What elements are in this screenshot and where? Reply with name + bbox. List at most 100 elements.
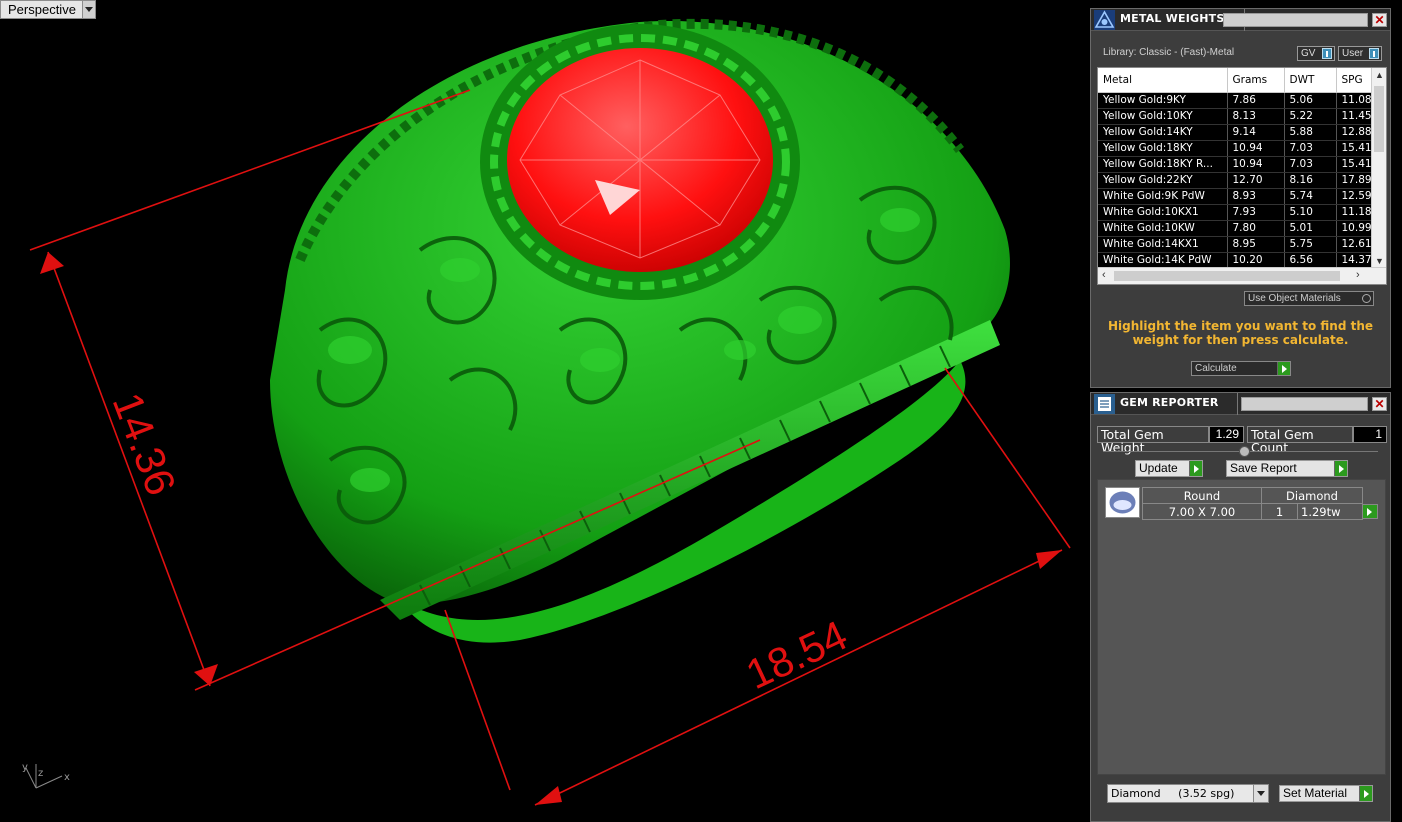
gem-shape-cell: Round [1142,487,1262,504]
metal-weights-titlebar[interactable]: METAL WEIGHTS ✕ [1091,9,1390,31]
dwt-cell: 5.22 [1284,108,1337,125]
total-gem-weight-label: Total Gem Weight [1097,426,1209,454]
titlebar-fill [1241,397,1368,411]
gem-stone [507,48,773,272]
material-select-value: Diamond (3.52 spg) [1111,787,1235,800]
grams-cell: 10.94 [1227,140,1285,157]
set-material-button[interactable]: Set Material [1279,785,1373,802]
calculate-instructions: Highlight the item you want to find the … [1107,319,1374,347]
dimension-width-label: 18.54 [739,611,854,698]
scroll-down-icon[interactable]: ▼ [1375,256,1384,266]
user-toggle-label: User [1342,48,1364,59]
dwt-cell: 7.03 [1284,140,1337,157]
column-header-metal[interactable]: Metal [1098,68,1228,93]
viewport-name: Perspective [8,2,76,17]
viewport-label[interactable]: Perspective [0,0,96,19]
metal-cell: White Gold:14K PdW [1098,252,1228,269]
gem-table: Round Diamond 7.00 X 7.00 1 1.29tw [1142,487,1378,520]
metal-cell: White Gold:10KW [1098,220,1228,237]
metal-cell: Yellow Gold:14KY [1098,124,1228,141]
splitter-handle-icon[interactable] [1239,446,1250,457]
grams-cell: 10.20 [1227,252,1285,269]
metal-cell: Yellow Gold:18KY R... [1098,156,1228,173]
metal-table-container[interactable]: Metal Grams DWT SPG Yellow Gold:9KY 7.86 5… [1097,67,1387,285]
chevron-down-icon[interactable] [1253,785,1268,802]
table-row[interactable]: Yellow Gold:18KY 10.94 7.03 15.41 [1098,140,1385,157]
metal-cell: Yellow Gold:10KY [1098,108,1228,125]
table-row[interactable]: Yellow Gold:10KY 8.13 5.22 11.45 [1098,108,1385,125]
table-row[interactable]: Yellow Gold:22KY 12.70 8.16 17.89 [1098,172,1385,189]
grams-cell: 10.94 [1227,156,1285,173]
calculate-label: Calculate [1195,363,1237,374]
column-header-grams[interactable]: Grams [1227,68,1285,93]
calculate-button[interactable]: Calculate [1191,361,1291,376]
save-report-button[interactable]: Save Report [1226,460,1348,477]
table-row[interactable]: Yellow Gold:18KY R... 10.94 7.03 15.41 [1098,156,1385,173]
grams-cell: 12.70 [1227,172,1285,189]
table-row[interactable]: White Gold:9K PdW 8.93 5.74 12.59 [1098,188,1385,205]
axis-y-label: y [22,762,28,773]
metal-cell: Yellow Gold:22KY [1098,172,1228,189]
total-gem-weight-value: 1.29 [1209,426,1244,443]
gv-toggle[interactable]: GV [1297,46,1335,61]
horizontal-scrollbar[interactable]: ‹ › [1098,267,1386,284]
gem-reporter-titlebar[interactable]: GEM REPORTER ✕ [1091,393,1390,415]
save-report-label: Save Report [1230,461,1297,475]
table-row[interactable]: White Gold:10KX1 7.93 5.10 11.18 [1098,204,1385,221]
gem-type-cell: Diamond [1261,487,1363,504]
metal-cell: Yellow Gold:18KY [1098,140,1228,157]
table-row[interactable]: White Gold:14K PdW 10.20 6.56 14.37 [1098,252,1385,269]
use-object-materials-button[interactable]: Use Object Materials [1244,291,1374,306]
grams-cell: 7.80 [1227,220,1285,237]
close-icon[interactable]: ✕ [1372,397,1387,411]
use-object-materials-label: Use Object Materials [1248,293,1341,304]
3d-viewport[interactable]: 14.36 18.54 x z y Perspective [0,0,1088,822]
gem-list: Round Diamond 7.00 X 7.00 1 1.29tw [1097,479,1386,775]
set-material-label: Set Material [1283,786,1348,800]
play-arrow-icon [1334,461,1347,476]
table-row[interactable]: 7.00 X 7.00 1 1.29tw [1142,503,1378,520]
library-label: Library: Classic - (Fast)-Metal [1103,47,1235,58]
toggle-indicator-icon [1322,48,1332,59]
table-row[interactable]: Yellow Gold:14KY 9.14 5.88 12.88 [1098,124,1385,141]
grams-cell: 7.86 [1227,92,1285,109]
table-row[interactable]: White Gold:10KW 7.80 5.01 10.99 [1098,220,1385,237]
gem-size-cell: 7.00 X 7.00 [1142,503,1262,520]
scroll-up-icon[interactable]: ▲ [1375,70,1384,80]
dwt-cell: 7.03 [1284,156,1337,173]
round-gem-icon[interactable] [1105,487,1140,518]
user-toggle[interactable]: User [1338,46,1382,61]
grams-cell: 8.13 [1227,108,1285,125]
gem-header-row: Round Diamond [1142,487,1363,504]
material-select[interactable]: Diamond (3.52 spg) [1107,784,1269,803]
dwt-cell: 5.74 [1284,188,1337,205]
column-header-dwt[interactable]: DWT [1284,68,1337,93]
vertical-scrollbar[interactable]: ▲ ▼ [1371,68,1386,268]
play-arrow-icon [1359,786,1372,801]
scroll-left-icon[interactable]: ‹ [1102,269,1106,281]
gem-count-cell: 1 [1261,503,1298,520]
gem-reporter-icon [1094,394,1115,414]
dwt-cell: 5.06 [1284,92,1337,109]
update-label: Update [1139,461,1178,475]
horizontal-scroll-thumb[interactable] [1114,271,1340,281]
total-gem-count-label: Total Gem Count [1247,426,1353,454]
grams-cell: 8.93 [1227,188,1285,205]
metal-cell: White Gold:14KX1 [1098,236,1228,253]
play-arrow-icon[interactable] [1362,504,1378,519]
table-row[interactable]: Yellow Gold:9KY 7.86 5.06 11.08 [1098,92,1385,109]
ring-model-render: 14.36 18.54 x z y [22,18,1071,806]
play-arrow-icon [1277,362,1290,375]
gem-weight-cell[interactable]: 1.29tw [1297,503,1378,520]
grams-cell: 7.93 [1227,204,1285,221]
close-icon[interactable]: ✕ [1372,13,1387,27]
scroll-right-icon[interactable]: › [1356,269,1360,281]
dwt-cell: 8.16 [1284,172,1337,189]
gem-weight-value: 1.29tw [1301,504,1341,519]
table-row[interactable]: White Gold:14KX1 8.95 5.75 12.61 [1098,236,1385,253]
grams-cell: 9.14 [1227,124,1285,141]
update-button[interactable]: Update [1135,460,1203,477]
gem-reporter-panel: GEM REPORTER ✕ Total Gem Weight 1.29 Tot… [1090,392,1391,822]
viewport-dropdown-icon[interactable] [81,1,95,18]
vertical-scroll-thumb[interactable] [1374,86,1384,152]
